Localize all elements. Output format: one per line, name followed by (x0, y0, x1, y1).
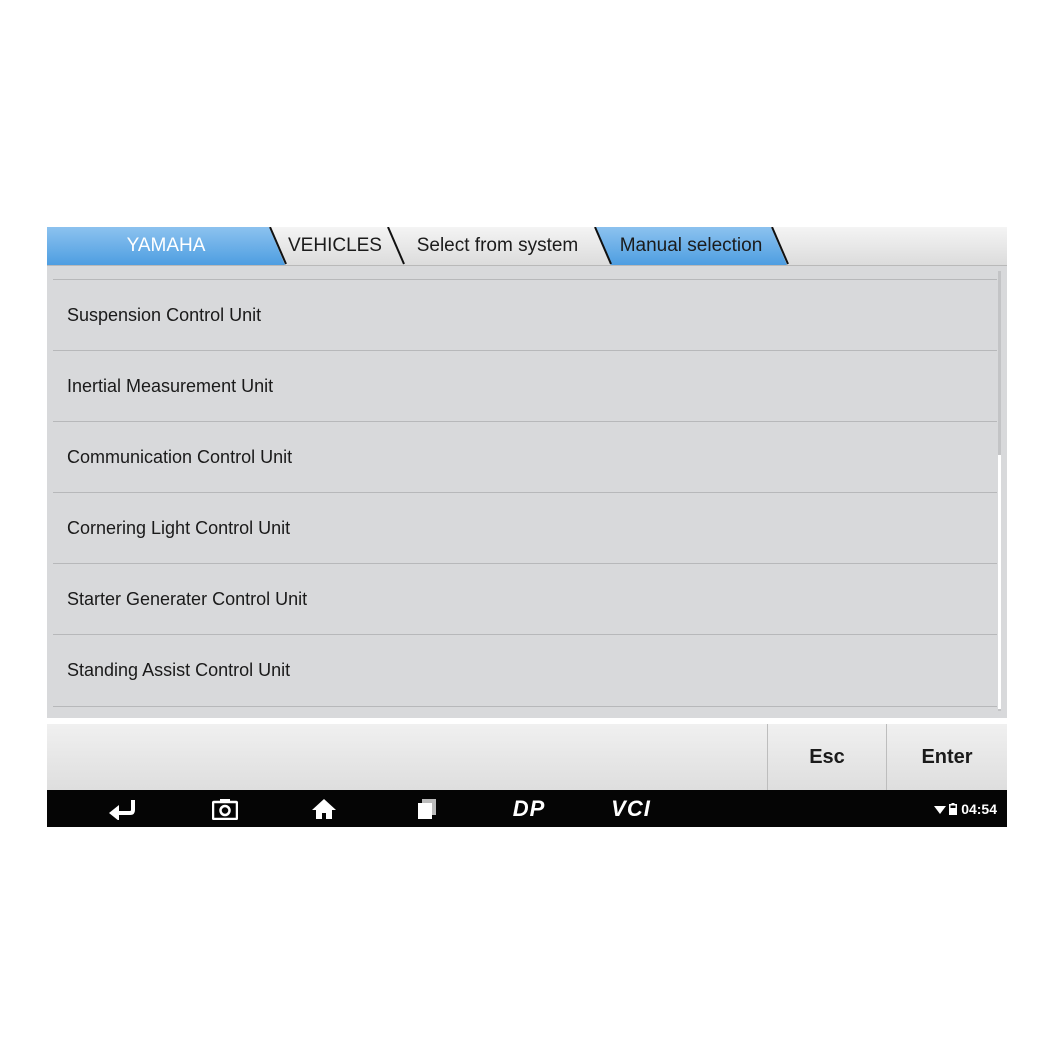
list-item[interactable]: Standing Assist Control Unit (53, 634, 997, 705)
breadcrumb-separator-icon (387, 227, 405, 265)
breadcrumb-label: YAMAHA (126, 235, 206, 256)
list-item-label: Standing Assist Control Unit (67, 659, 291, 680)
breadcrumb-label: Manual selection (619, 235, 763, 256)
breadcrumb-item-vehicles[interactable]: VEHICLES (285, 227, 385, 265)
list-item[interactable]: Suspension Control Unit (53, 279, 997, 350)
list-item-label: Communication Control Unit (67, 446, 293, 467)
enter-button[interactable]: Enter (886, 724, 1007, 790)
breadcrumb-separator-icon (771, 227, 789, 265)
list-item-label: Inertial Measurement Unit (67, 375, 274, 396)
breadcrumb: YAMAHA VEHICLES Select from system Manua… (47, 227, 1007, 266)
breadcrumb-separator-icon (594, 227, 612, 265)
scrollbar-thumb[interactable] (998, 455, 1001, 709)
list-item-label: Suspension Control Unit (67, 304, 262, 325)
list-item[interactable]: Communication Control Unit (53, 421, 997, 492)
status-area: 04:54 (934, 790, 997, 827)
wifi-icon (934, 805, 947, 814)
list-item[interactable]: Inertial Measurement Unit (53, 350, 997, 421)
clock-time: 04:54 (961, 800, 997, 817)
list-item[interactable]: Cornering Light Control Unit (53, 492, 997, 563)
list-item-label: Starter Generater Control Unit (67, 588, 308, 609)
breadcrumb-label: Select from system (416, 235, 579, 256)
battery-icon (949, 802, 958, 815)
system-list: Suspension Control Unit Inertial Measure… (53, 279, 997, 709)
esc-button[interactable]: Esc (767, 724, 886, 790)
back-icon[interactable] (102, 790, 142, 827)
dp-label: DP (512, 795, 546, 821)
enter-button-label: Enter (921, 745, 973, 768)
recent-apps-icon[interactable] (407, 790, 447, 827)
home-icon[interactable] (304, 790, 344, 827)
breadcrumb-label: VEHICLES (288, 235, 382, 256)
vci-icon[interactable]: VCI (599, 790, 663, 827)
vci-label: VCI (611, 795, 651, 821)
esc-button-label: Esc (809, 745, 845, 768)
list-divider (53, 706, 997, 707)
app-screen: YAMAHA VEHICLES Select from system Manua… (47, 227, 1007, 827)
breadcrumb-item-select-from-system[interactable]: Select from system (405, 227, 590, 265)
breadcrumb-item-manual-selection[interactable]: Manual selection (595, 227, 787, 265)
bottom-toolbar: Esc Enter (47, 724, 1007, 790)
list-item-label: Cornering Light Control Unit (67, 517, 291, 538)
list-item[interactable]: Starter Generater Control Unit (53, 563, 997, 634)
dp-icon[interactable]: DP (499, 790, 559, 827)
camera-icon[interactable] (205, 790, 245, 827)
system-nav-bar: DP VCI 04:54 (47, 790, 1007, 827)
breadcrumb-item-yamaha[interactable]: YAMAHA (47, 227, 285, 265)
